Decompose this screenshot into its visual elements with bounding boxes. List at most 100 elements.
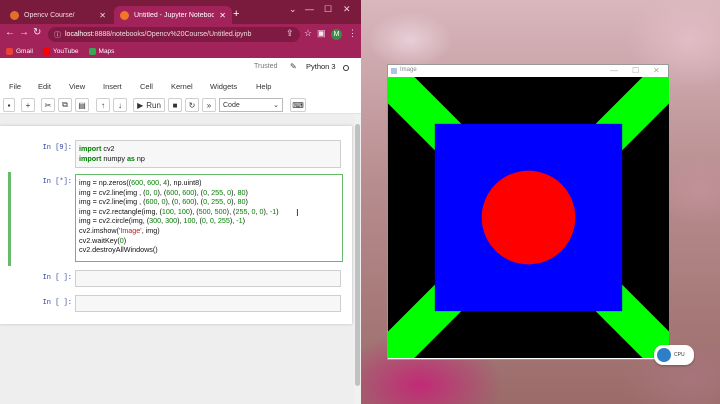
reload-icon[interactable]: ↻ <box>33 27 41 38</box>
close-icon[interactable]: ✕ <box>653 66 660 75</box>
cv-window-title: Image <box>400 67 417 73</box>
bookmark-star-icon[interactable]: ☆ <box>304 28 312 39</box>
tab-title: Opencv Course/ <box>24 11 75 19</box>
menu-edit[interactable]: Edit <box>38 82 51 91</box>
maps-icon <box>88 47 96 55</box>
more-menu-icon[interactable]: ⋮ <box>348 28 357 39</box>
copy-icon[interactable]: ⧉ <box>58 98 72 112</box>
code-token: 100 <box>161 206 174 216</box>
page-scrollbar[interactable] <box>354 114 361 404</box>
tab-jupyter-notebook[interactable]: Untitled - Jupyter Notebook ✕ <box>114 6 232 24</box>
menu-help[interactable]: Help <box>256 82 271 91</box>
code-token: 500 <box>214 206 227 216</box>
code-cell[interactable]: import cv2 import numpy as np <box>75 140 341 168</box>
new-tab-button[interactable]: + <box>233 8 239 20</box>
minimize-icon[interactable]: — <box>305 4 314 14</box>
code-line: img = cv2.line(img , (0, 0), (600, 600),… <box>79 188 339 198</box>
paste-icon[interactable]: ▤ <box>75 98 89 112</box>
code-token: img = cv2.line(img , ( <box>79 197 146 207</box>
run-button[interactable]: ▶ Run <box>133 98 165 112</box>
bookmark-maps[interactable]: Maps <box>88 47 115 55</box>
code-token: ) <box>245 187 248 197</box>
code-token: as <box>126 153 135 163</box>
close-tab-icon[interactable]: ✕ <box>99 11 106 20</box>
code-token: cv2 <box>101 144 115 153</box>
share-icon[interactable]: ⇪ <box>286 28 294 39</box>
menu-insert[interactable]: Insert <box>103 82 122 91</box>
menu-widgets[interactable]: Widgets <box>210 82 237 91</box>
code-token: 600 <box>145 197 158 207</box>
code-line: img = cv2.circle(img, (300, 300), 100, (… <box>79 216 339 226</box>
tab-opencv-course[interactable]: Opencv Course/ ✕ <box>4 6 112 24</box>
menu-kernel[interactable]: Kernel <box>171 82 193 91</box>
code-token: 255 <box>217 216 230 226</box>
chevron-down-icon: ⌄ <box>273 102 279 109</box>
cell-prompt: In [ ]: <box>42 299 72 307</box>
code-token: ), ( <box>165 197 175 207</box>
code-token: img = cv2.line(img , ( <box>79 187 146 197</box>
browser-window: Opencv Course/ ✕ Untitled - Jupyter Note… <box>0 0 361 404</box>
move-up-icon[interactable]: ↑ <box>96 98 110 112</box>
cell-type-select[interactable]: Code ⌄ <box>219 98 283 112</box>
code-line: cv2.destroyAllWindows() <box>79 245 339 255</box>
forward-icon[interactable]: → <box>19 27 29 38</box>
back-icon[interactable]: ← <box>5 27 15 38</box>
cut-icon[interactable]: ✂ <box>41 98 55 112</box>
code-token: 100 <box>183 216 196 226</box>
restart-run-all-icon[interactable]: » <box>202 98 216 112</box>
bookmark-label: Maps <box>98 47 115 55</box>
move-down-icon[interactable]: ↓ <box>113 98 127 112</box>
code-token: 600 <box>182 187 195 197</box>
minimize-icon[interactable]: — <box>610 66 618 75</box>
url-field[interactable]: ⓘ localhost:8888/notebooks/Opencv%20Cour… <box>48 27 300 42</box>
close-window-icon[interactable]: ✕ <box>343 4 351 15</box>
interrupt-icon[interactable]: ■ <box>168 98 182 112</box>
folder-favicon-icon <box>10 10 19 20</box>
scrollbar-thumb[interactable] <box>355 124 360 386</box>
bookmark-youtube[interactable]: YouTube <box>42 47 79 55</box>
code-token: ) <box>245 197 248 207</box>
code-cell-empty[interactable] <box>75 270 341 287</box>
code-token: ) <box>242 216 246 226</box>
restart-icon[interactable]: ↻ <box>185 98 199 112</box>
cpu-label: CPU <box>674 352 685 358</box>
insert-cell-icon[interactable]: + <box>21 98 35 112</box>
code-token: ), ( <box>194 187 204 197</box>
youtube-icon <box>42 47 50 55</box>
run-icon: ▶ <box>137 100 144 110</box>
code-token: 500 <box>198 206 211 216</box>
profile-avatar[interactable]: M <box>331 29 342 40</box>
code-token: numpy <box>101 153 127 163</box>
tab-title: Untitled - Jupyter Notebook <box>134 11 215 19</box>
cell-prompt: In [9]: <box>42 144 72 152</box>
code-cell-active[interactable]: img = np.zeros((600, 600, 4), np.uint8) i… <box>75 174 343 262</box>
code-line: import numpy as np <box>79 154 337 164</box>
trusted-indicator[interactable]: Trusted <box>254 63 277 70</box>
menu-view[interactable]: View <box>69 82 85 91</box>
code-token: 300 <box>165 216 178 226</box>
code-line: img = np.zeros((600, 600, 4), np.uint8) <box>79 178 339 188</box>
opencv-image-canvas <box>388 77 669 358</box>
save-icon[interactable]: ▪ <box>3 98 15 112</box>
cpu-widget[interactable]: CPU <box>654 345 694 365</box>
code-cell-empty[interactable] <box>75 295 341 312</box>
code-token: 600 <box>166 187 179 197</box>
maximize-icon[interactable]: ☐ <box>324 4 332 15</box>
code-line: cv2.waitKey(0) <box>79 236 339 246</box>
code-token: 255 <box>235 206 248 216</box>
bookmark-gmail[interactable]: Gmail <box>6 47 33 55</box>
tab-search-icon[interactable]: ⌄ <box>289 4 297 15</box>
menu-file[interactable]: File <box>9 82 21 91</box>
menu-cell[interactable]: Cell <box>140 82 153 91</box>
kernel-status-icon <box>343 65 349 71</box>
code-token: img = np.zeros(( <box>79 178 132 187</box>
command-palette-icon[interactable]: ⌨ <box>290 98 306 112</box>
code-line: import cv2 <box>79 144 337 154</box>
edit-pencil-icon[interactable]: ✎ <box>290 62 297 71</box>
close-tab-icon[interactable]: ✕ <box>219 11 226 20</box>
maximize-icon[interactable]: ☐ <box>632 66 639 75</box>
code-token: ), ( <box>157 187 167 197</box>
url-path: :8888/notebooks/Opencv%20Course/Untitled… <box>92 31 252 38</box>
extensions-icon[interactable]: ▣ <box>317 28 326 39</box>
url-host: localhost <box>65 31 93 38</box>
